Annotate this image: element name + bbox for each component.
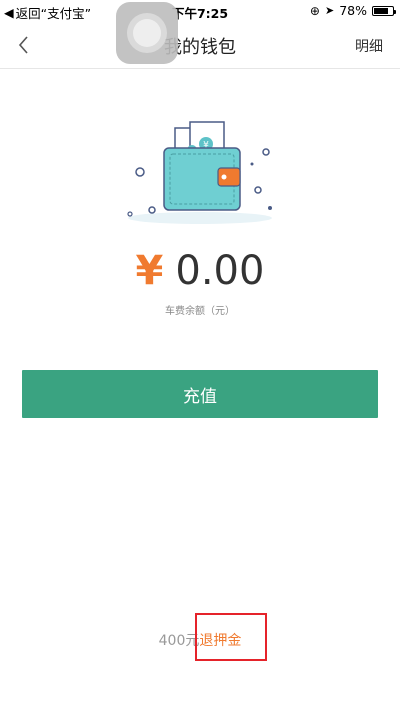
battery-percent: 78% — [339, 3, 367, 18]
nav-bar: 我的钱包 明细 — [0, 22, 400, 69]
balance-display: ¥ 0.00 — [0, 248, 400, 294]
location-icon: ➤ — [324, 4, 335, 17]
status-bar: ◀ 返回“支付宝” 下午7:25 ⊕ ➤ 78% — [0, 0, 400, 22]
page-title: 我的钱包 — [164, 37, 236, 58]
status-right: ⊕ ➤ 78% — [309, 3, 396, 18]
wallet-illustration-icon: ¥ — [127, 121, 272, 224]
recharge-button[interactable]: 充值 — [22, 370, 378, 418]
balance-amount: 0.00 — [175, 248, 265, 294]
battery-icon — [372, 5, 396, 16]
detail-link[interactable]: 明细 — [355, 36, 383, 56]
assistive-touch-button[interactable] — [116, 2, 178, 64]
wallet-page: ◀ 返回“支付宝” 下午7:25 ⊕ ➤ 78% 我的钱包 明细 ¥ ¥ 0.0… — [0, 0, 400, 711]
deposit-amount: 400元 — [158, 633, 200, 649]
currency-symbol: ¥ — [135, 248, 164, 294]
orientation-lock-icon: ⊕ — [309, 3, 320, 18]
refund-highlight-box — [195, 613, 267, 661]
balance-label: 车费余额（元） — [165, 306, 235, 317]
